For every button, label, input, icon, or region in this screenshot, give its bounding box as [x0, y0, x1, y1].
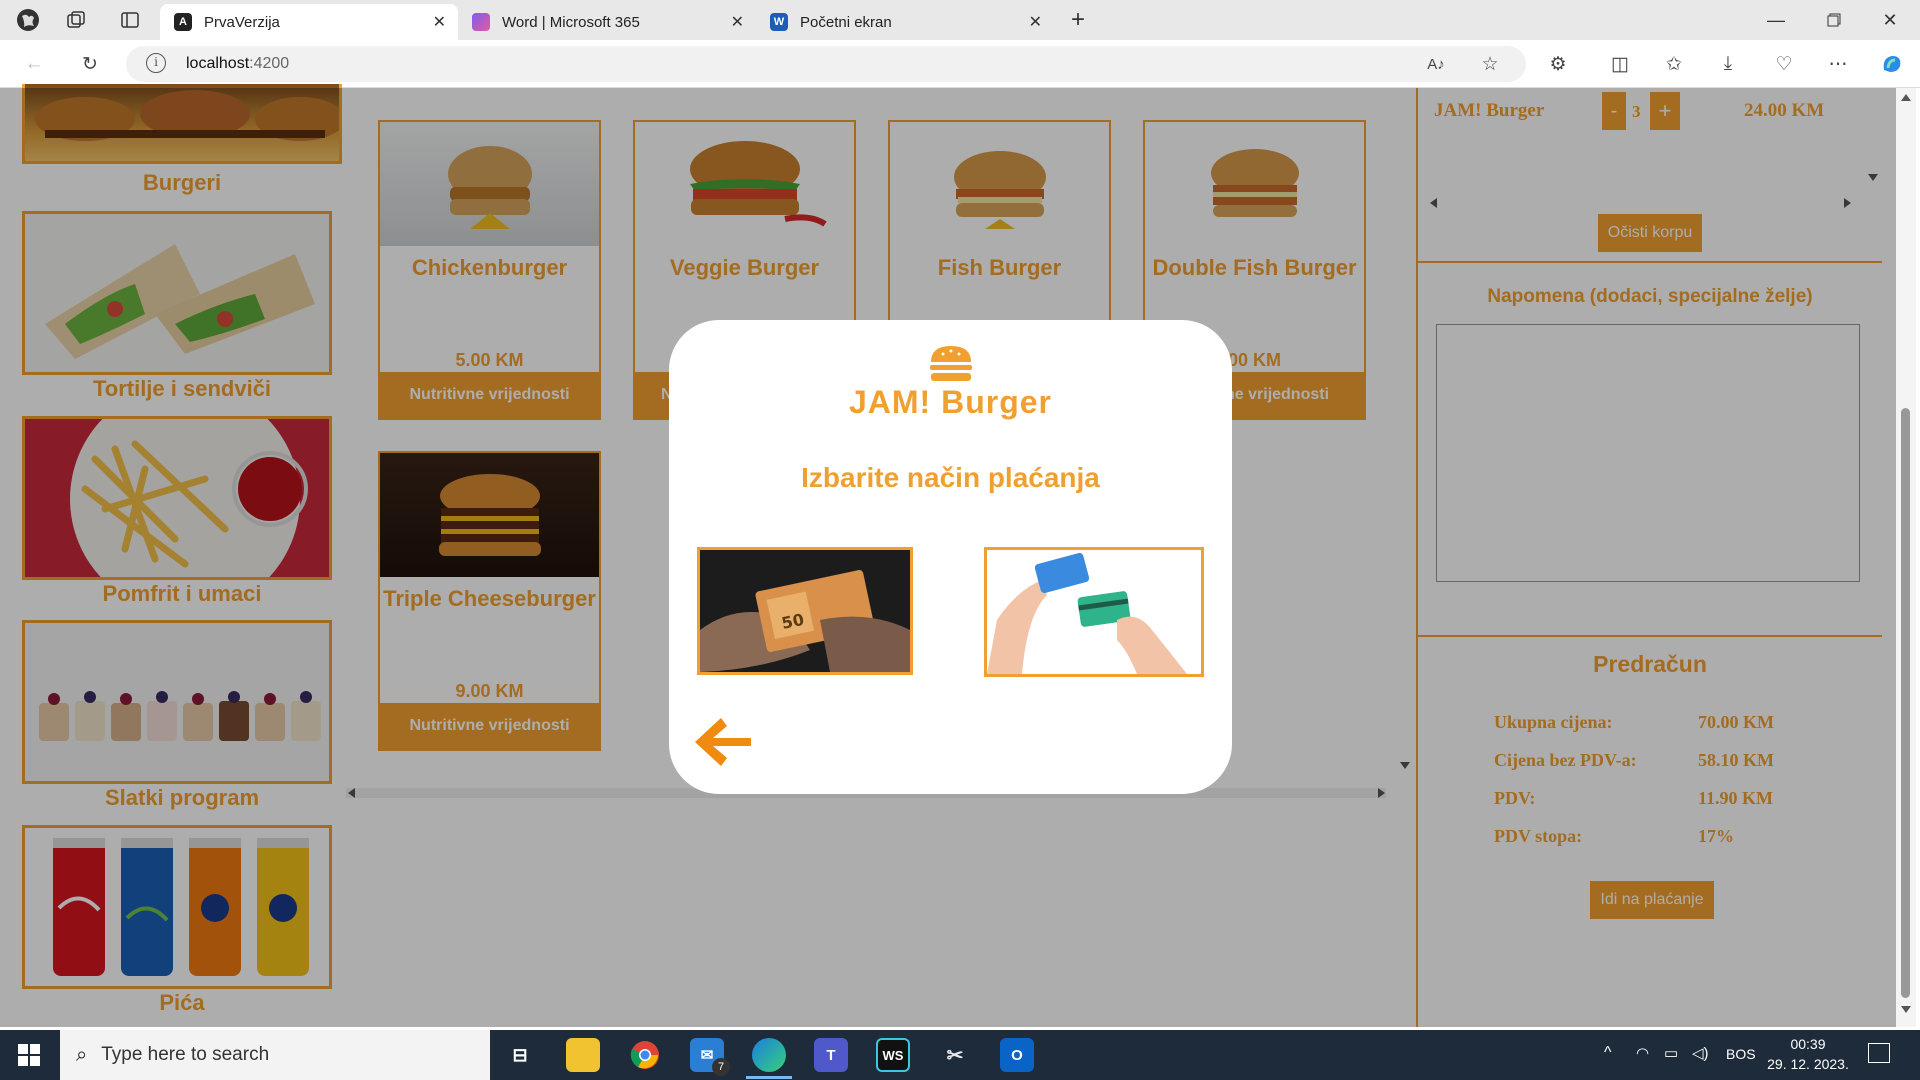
close-tab-icon[interactable]: ✕ — [433, 12, 446, 32]
scrollbar-thumb[interactable] — [1901, 408, 1910, 998]
modal-title: Izbarite način plaćanja — [801, 462, 1100, 493]
mail-badge: 7 — [712, 1058, 730, 1076]
favorite-star-icon[interactable]: ☆ — [1476, 50, 1504, 78]
task-view-icon[interactable]: ⊟ — [503, 1038, 537, 1072]
collections-icon[interactable] — [62, 6, 90, 34]
outlook-icon[interactable]: O — [1000, 1038, 1034, 1072]
close-tab-icon[interactable]: ✕ — [1029, 12, 1042, 32]
split-screen-icon[interactable]: ◫ — [1606, 50, 1634, 78]
back-icon[interactable]: ← — [20, 50, 48, 78]
browser-essentials-icon[interactable]: ♡ — [1770, 50, 1798, 78]
windows-taskbar: ⌕ Type here to search ⊟ ✉ 7 T WS ✂ O ^ ◠… — [0, 1030, 1920, 1080]
more-icon[interactable]: ⋯ — [1824, 50, 1852, 78]
address-bar-row: ← ↻ i localhost:4200 A♪ ☆ ⚙ ◫ ✩ ⤓ ♡ ⋯ — [0, 40, 1920, 88]
search-icon: ⌕ — [76, 1043, 88, 1066]
show-hidden-icons[interactable]: ^ — [1604, 1044, 1612, 1062]
language-indicator[interactable]: BOS — [1726, 1046, 1756, 1062]
page-vertical-scrollbar[interactable] — [1896, 88, 1916, 1027]
scroll-up-icon[interactable] — [1901, 94, 1911, 101]
minimize-button[interactable]: — — [1762, 6, 1790, 34]
downloads-icon[interactable]: ⤓ — [1714, 50, 1742, 78]
back-arrow-icon[interactable] — [691, 712, 755, 777]
angular-icon: A — [174, 13, 192, 31]
tab-actions-icon[interactable] — [116, 6, 144, 34]
word-icon: W — [770, 13, 788, 31]
tab-prvaverzija[interactable]: A PrvaVerzija ✕ — [160, 4, 458, 40]
url-port: :4200 — [249, 55, 290, 72]
close-window-button[interactable]: ✕ — [1876, 6, 1904, 34]
payment-method-modal: JAM! Burger Izbarite način plaćanja 50 — [669, 320, 1232, 794]
copilot-button-icon[interactable] — [1878, 50, 1906, 78]
windows-start-icon[interactable] — [12, 1038, 46, 1072]
snipping-tool-icon[interactable]: ✂ — [938, 1038, 972, 1072]
active-app-indicator — [746, 1076, 792, 1079]
refresh-icon[interactable]: ↻ — [76, 50, 104, 78]
chrome-icon[interactable] — [628, 1038, 662, 1072]
url-field[interactable]: i localhost:4200 A♪ ☆ — [126, 46, 1526, 82]
extensions-icon[interactable]: ⚙ — [1544, 50, 1572, 78]
burger-logo-icon — [928, 344, 974, 389]
site-info-icon[interactable]: i — [146, 53, 166, 73]
battery-icon[interactable]: ▭ — [1664, 1044, 1678, 1062]
clock-date[interactable]: 29. 12. 2023. — [1762, 1056, 1854, 1072]
read-aloud-icon[interactable]: A♪ — [1422, 50, 1450, 78]
edge-icon[interactable] — [752, 1038, 786, 1072]
webstorm-icon[interactable]: WS — [876, 1038, 910, 1072]
tab-pocetni-ekran[interactable]: W Početni ekran ✕ — [756, 4, 1054, 40]
volume-icon[interactable]: ◁) — [1692, 1044, 1709, 1062]
tab-word[interactable]: Word | Microsoft 365 ✕ — [458, 4, 756, 40]
search-placeholder: Type here to search — [101, 1044, 270, 1065]
scroll-down-icon[interactable] — [1901, 1006, 1911, 1013]
pay-cash-option[interactable]: 50 — [697, 547, 913, 675]
url-host: localhost — [186, 55, 250, 72]
wifi-icon[interactable]: ◠ — [1636, 1044, 1649, 1062]
teams-icon[interactable]: T — [814, 1038, 848, 1072]
file-explorer-icon[interactable] — [566, 1038, 600, 1072]
close-tab-icon[interactable]: ✕ — [731, 12, 744, 32]
notifications-icon[interactable] — [1868, 1043, 1890, 1063]
modal-logo-text: JAM! Burger — [848, 384, 1052, 420]
pay-card-option[interactable] — [984, 547, 1204, 677]
new-tab-button[interactable]: + — [1064, 6, 1092, 34]
clock-time[interactable]: 00:39 — [1768, 1036, 1848, 1052]
maximize-button[interactable] — [1820, 6, 1848, 34]
taskbar-search-box[interactable]: ⌕ Type here to search — [60, 1030, 490, 1080]
profile-icon[interactable] — [14, 6, 42, 34]
copilot-icon — [472, 13, 490, 31]
browser-tab-bar: A PrvaVerzija ✕ Word | Microsoft 365 ✕ W… — [0, 0, 1920, 40]
favorites-icon[interactable]: ✩ — [1660, 50, 1688, 78]
